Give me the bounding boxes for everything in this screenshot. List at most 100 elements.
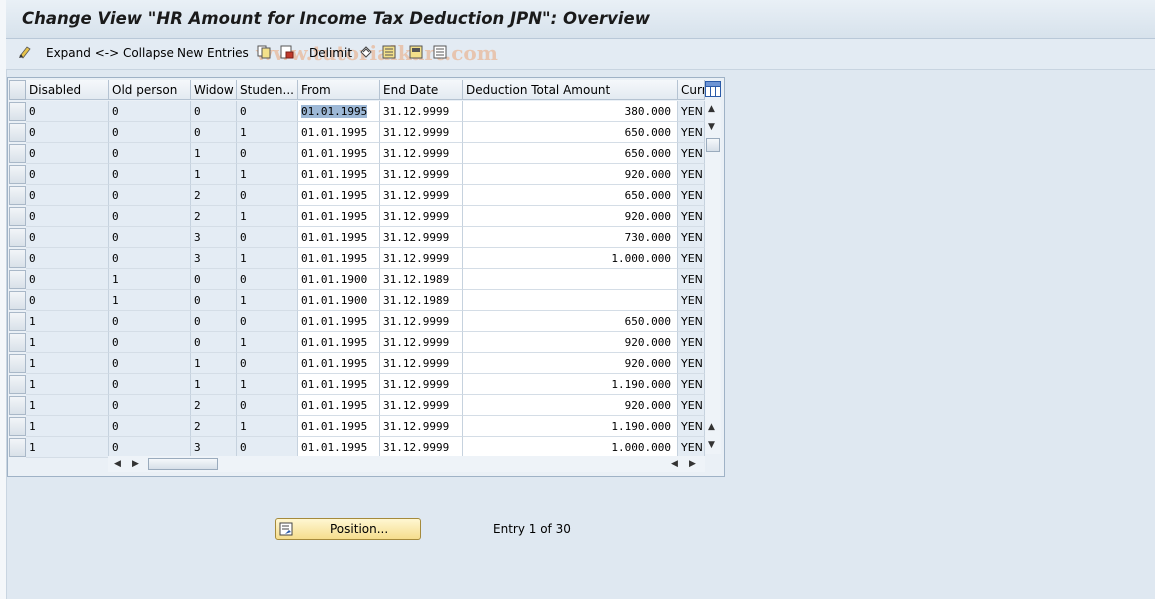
cell-end-date[interactable]: 31.12.9999 bbox=[380, 122, 463, 143]
cell-student[interactable]: 0 bbox=[237, 437, 298, 458]
cell-widow[interactable]: 0 bbox=[191, 332, 237, 353]
cell-from[interactable]: 01.01.1995 bbox=[298, 353, 380, 374]
cell-old-person[interactable]: 1 bbox=[109, 269, 191, 290]
cell-old-person[interactable]: 0 bbox=[109, 311, 191, 332]
undo-change-icon[interactable] bbox=[359, 45, 373, 59]
cell-disabled[interactable]: 1 bbox=[26, 437, 109, 458]
scroll-right-icon[interactable]: ▶ bbox=[689, 459, 696, 469]
cell-student[interactable]: 1 bbox=[237, 122, 298, 143]
horizontal-scroll-thumb[interactable] bbox=[148, 458, 218, 470]
cell-widow[interactable]: 1 bbox=[191, 353, 237, 374]
column-header-end-date[interactable]: End Date bbox=[380, 80, 463, 100]
cell-disabled[interactable]: 1 bbox=[26, 395, 109, 416]
cell-from[interactable]: 01.01.1995 bbox=[298, 311, 380, 332]
cell-deduction-amount[interactable]: 1.000.000 bbox=[463, 248, 678, 269]
cell-end-date[interactable]: 31.12.9999 bbox=[380, 395, 463, 416]
cell-old-person[interactable]: 0 bbox=[109, 248, 191, 269]
row-selector[interactable] bbox=[9, 375, 26, 394]
deselect-all-icon[interactable] bbox=[433, 45, 447, 59]
scroll-left-icon[interactable]: ◀ bbox=[114, 459, 121, 469]
cell-student[interactable]: 1 bbox=[237, 164, 298, 185]
cell-old-person[interactable]: 0 bbox=[109, 332, 191, 353]
cell-widow[interactable]: 3 bbox=[191, 437, 237, 458]
delete-icon[interactable] bbox=[280, 45, 294, 59]
vertical-scrollbar[interactable]: ▲ ▼ ▲ ▼ bbox=[705, 100, 721, 454]
page-down-icon[interactable]: ▼ bbox=[708, 122, 715, 132]
cell-student[interactable]: 1 bbox=[237, 416, 298, 437]
cell-disabled[interactable]: 0 bbox=[26, 206, 109, 227]
cell-end-date[interactable]: 31.12.9999 bbox=[380, 143, 463, 164]
row-selector[interactable] bbox=[9, 144, 26, 163]
row-selector[interactable] bbox=[9, 102, 26, 121]
row-selector[interactable] bbox=[9, 207, 26, 226]
cell-currency[interactable]: YEN bbox=[678, 290, 705, 311]
cell-deduction-amount[interactable] bbox=[463, 290, 678, 311]
new-entries-button[interactable]: New Entries bbox=[177, 46, 249, 60]
cell-from[interactable]: 01.01.1995 bbox=[298, 164, 380, 185]
cell-widow[interactable]: 2 bbox=[191, 206, 237, 227]
cell-old-person[interactable]: 0 bbox=[109, 143, 191, 164]
cell-from[interactable]: 01.01.1995 bbox=[298, 248, 380, 269]
select-all-rows-corner[interactable] bbox=[9, 80, 26, 100]
cell-currency[interactable]: YEN bbox=[678, 332, 705, 353]
row-selector[interactable] bbox=[9, 270, 26, 289]
cell-from[interactable]: 01.01.1995 bbox=[298, 227, 380, 248]
cell-from[interactable]: 01.01.1995 bbox=[298, 206, 380, 227]
cell-currency[interactable]: YEN bbox=[678, 353, 705, 374]
cell-from[interactable]: 01.01.1995 bbox=[298, 122, 380, 143]
cell-currency[interactable]: YEN bbox=[678, 395, 705, 416]
cell-disabled[interactable]: 0 bbox=[26, 101, 109, 122]
cell-currency[interactable]: YEN bbox=[678, 101, 705, 122]
cell-old-person[interactable]: 0 bbox=[109, 185, 191, 206]
row-selector[interactable] bbox=[9, 228, 26, 247]
cell-disabled[interactable]: 1 bbox=[26, 374, 109, 395]
cell-widow[interactable]: 2 bbox=[191, 395, 237, 416]
cell-old-person[interactable]: 0 bbox=[109, 164, 191, 185]
cell-student[interactable]: 0 bbox=[237, 101, 298, 122]
cell-from[interactable]: 01.01.1995 bbox=[298, 185, 380, 206]
horizontal-scrollbar[interactable]: ◀ ▶ ◀ ▶ bbox=[108, 456, 705, 472]
cell-currency[interactable]: YEN bbox=[678, 248, 705, 269]
cell-deduction-amount[interactable]: 730.000 bbox=[463, 227, 678, 248]
cell-deduction-amount[interactable] bbox=[463, 269, 678, 290]
cell-student[interactable]: 0 bbox=[237, 185, 298, 206]
cell-student[interactable]: 0 bbox=[237, 227, 298, 248]
cell-from[interactable]: 01.01.1995 bbox=[298, 374, 380, 395]
scroll-down-icon[interactable]: ▼ bbox=[708, 440, 715, 450]
row-selector[interactable] bbox=[9, 249, 26, 268]
scroll-up-icon[interactable]: ▲ bbox=[708, 104, 715, 114]
column-header-widow[interactable]: Widow bbox=[191, 80, 237, 100]
cell-old-person[interactable]: 0 bbox=[109, 122, 191, 143]
cell-old-person[interactable]: 0 bbox=[109, 416, 191, 437]
cell-end-date[interactable]: 31.12.9999 bbox=[380, 374, 463, 395]
cell-end-date[interactable]: 31.12.9999 bbox=[380, 101, 463, 122]
cell-disabled[interactable]: 0 bbox=[26, 227, 109, 248]
cell-widow[interactable]: 3 bbox=[191, 227, 237, 248]
display-change-icon[interactable] bbox=[18, 45, 32, 59]
cell-currency[interactable]: YEN bbox=[678, 311, 705, 332]
cell-deduction-amount[interactable]: 380.000 bbox=[463, 101, 678, 122]
cell-currency[interactable]: YEN bbox=[678, 185, 705, 206]
position-button[interactable]: Position... bbox=[275, 518, 421, 540]
cell-disabled[interactable]: 0 bbox=[26, 290, 109, 311]
cell-disabled[interactable]: 0 bbox=[26, 164, 109, 185]
cell-deduction-amount[interactable]: 1.190.000 bbox=[463, 374, 678, 395]
cell-currency[interactable]: YEN bbox=[678, 206, 705, 227]
row-selector[interactable] bbox=[9, 291, 26, 310]
column-header-deduction-total-amount[interactable]: Deduction Total Amount bbox=[463, 80, 678, 100]
cell-student[interactable]: 0 bbox=[237, 353, 298, 374]
select-all-icon[interactable] bbox=[382, 45, 396, 59]
cell-widow[interactable]: 0 bbox=[191, 269, 237, 290]
column-header-currency[interactable]: Curr bbox=[678, 80, 705, 100]
copy-as-icon[interactable] bbox=[257, 45, 271, 59]
row-selector[interactable] bbox=[9, 165, 26, 184]
cell-old-person[interactable]: 0 bbox=[109, 353, 191, 374]
cell-widow[interactable]: 1 bbox=[191, 374, 237, 395]
delimit-button[interactable]: Delimit bbox=[309, 46, 352, 60]
cell-disabled[interactable]: 0 bbox=[26, 143, 109, 164]
cell-deduction-amount[interactable]: 920.000 bbox=[463, 332, 678, 353]
select-block-icon[interactable] bbox=[409, 45, 423, 59]
cell-disabled[interactable]: 0 bbox=[26, 185, 109, 206]
cell-deduction-amount[interactable]: 1.000.000 bbox=[463, 437, 678, 458]
cell-widow[interactable]: 3 bbox=[191, 248, 237, 269]
